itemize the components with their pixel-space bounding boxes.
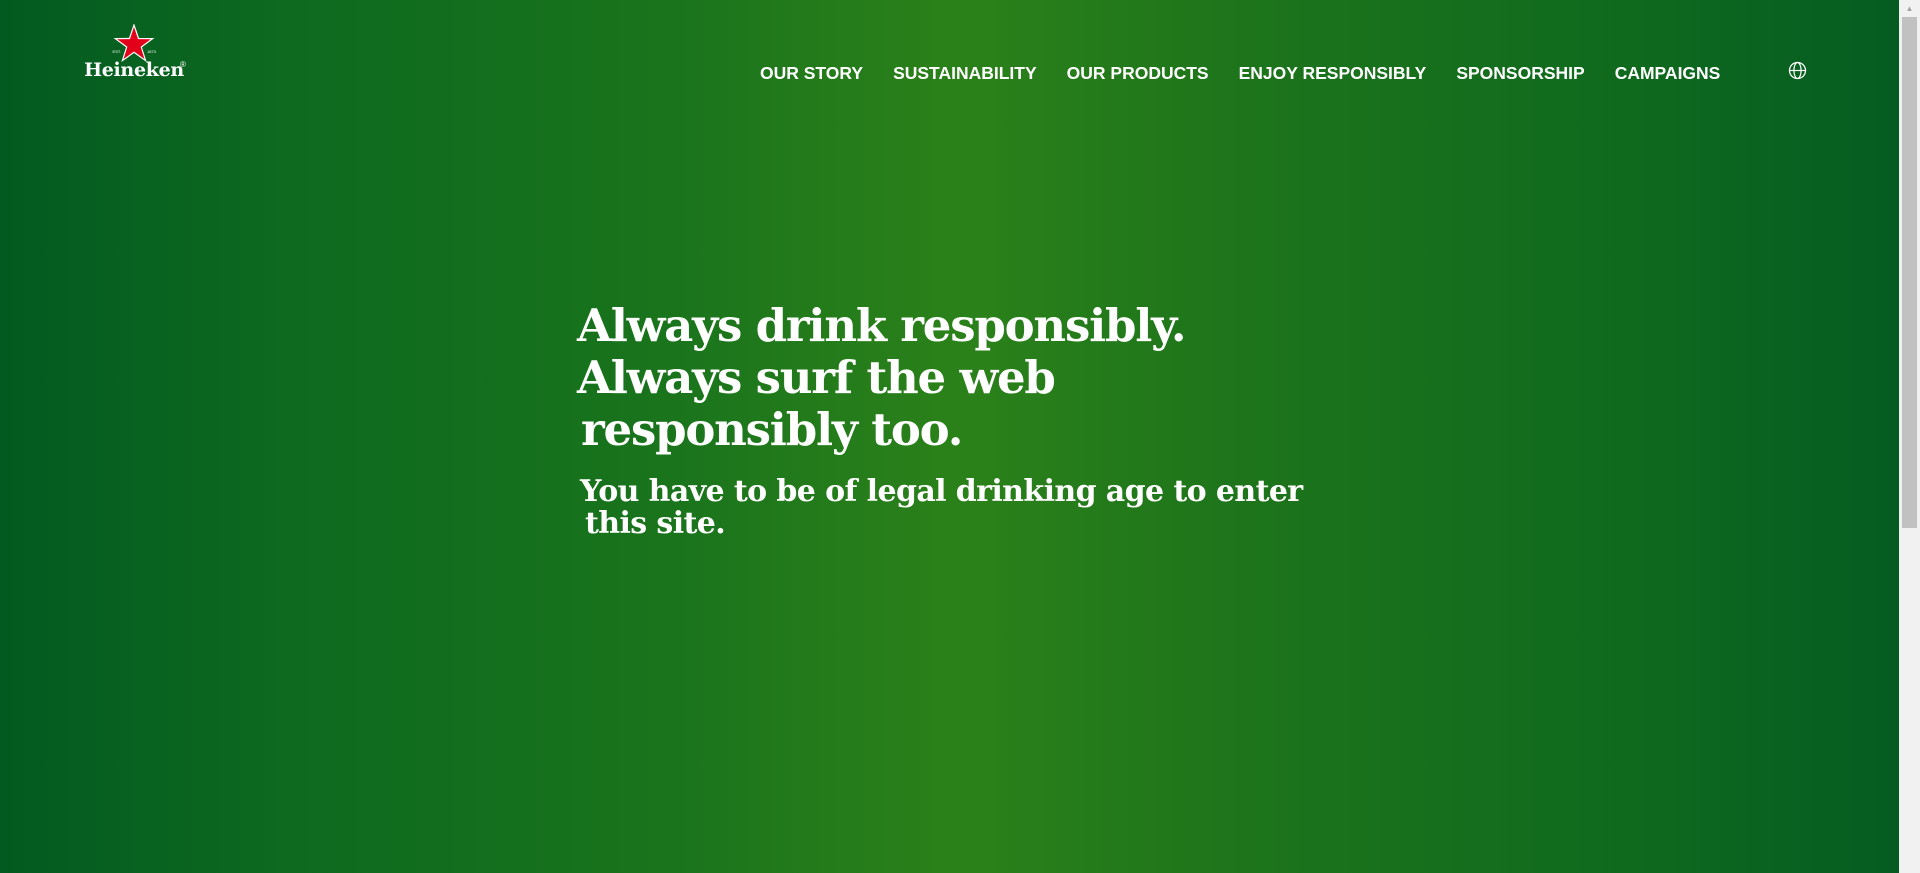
subline-line-1: You have to be of legal drinking age to … xyxy=(580,474,1303,509)
globe-icon[interactable] xyxy=(1788,61,1807,80)
subline-line-2: this site. xyxy=(585,506,726,541)
hero-subline: You have to be of legal drinking age to … xyxy=(580,476,1303,540)
heineken-logo[interactable]: EST. 1873 Heineken ® xyxy=(80,24,188,86)
red-star-icon: EST. 1873 xyxy=(113,24,157,63)
vertical-scrollbar[interactable]: ▲ xyxy=(1899,0,1920,873)
hero-headline: Always drink responsibly. Always surf th… xyxy=(577,299,1187,456)
headline-line-1: Always drink responsibly. xyxy=(577,299,1187,352)
main-nav: OUR STORY SUSTAINABILITY OUR PRODUCTS EN… xyxy=(760,63,1750,83)
headline-line-3: responsibly too. xyxy=(581,403,963,456)
nav-our-products[interactable]: OUR PRODUCTS xyxy=(1067,63,1209,83)
nav-our-story[interactable]: OUR STORY xyxy=(760,63,863,83)
registered-mark: ® xyxy=(180,60,186,69)
est-right-text: 1873 xyxy=(147,49,157,54)
nav-sustainability[interactable]: SUSTAINABILITY xyxy=(893,63,1037,83)
scroll-thumb[interactable] xyxy=(1902,17,1917,528)
brand-name: Heineken xyxy=(84,59,184,81)
headline-line-2: Always surf the web xyxy=(577,351,1056,404)
nav-campaigns[interactable]: CAMPAIGNS xyxy=(1615,63,1721,83)
nav-enjoy-responsibly[interactable]: ENJOY RESPONSIBLY xyxy=(1239,63,1427,83)
nav-sponsorship[interactable]: SPONSORSHIP xyxy=(1456,63,1584,83)
age-gate-page: EST. 1873 Heineken ® OUR STORY SUSTAINAB… xyxy=(0,0,1899,873)
scroll-up-arrow-icon[interactable]: ▲ xyxy=(1899,0,1920,17)
est-left-text: EST. xyxy=(113,49,121,54)
